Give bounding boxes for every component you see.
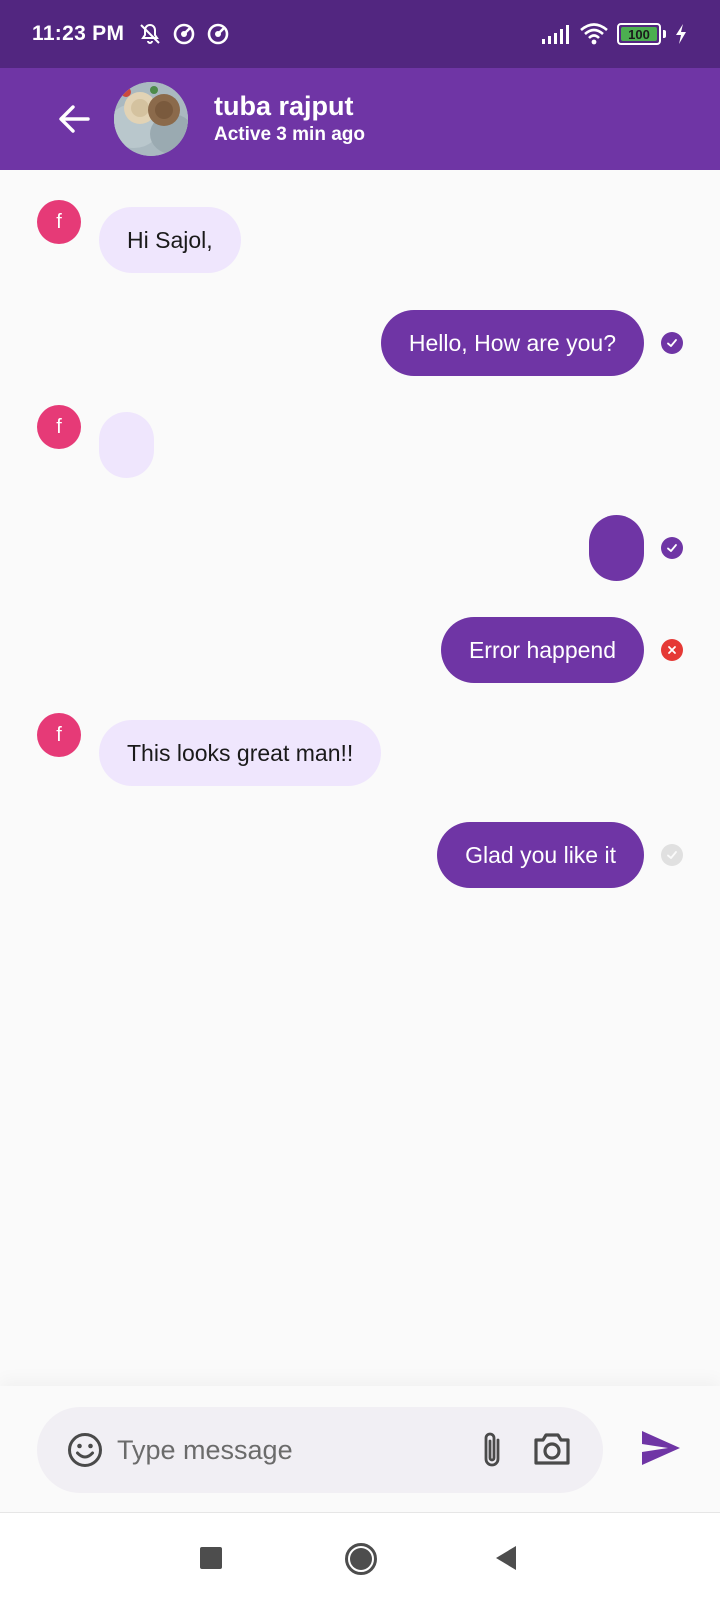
status-bar: 11:23 PM 100 (0, 0, 720, 68)
send-icon[interactable] (640, 1428, 682, 1468)
check-icon (667, 851, 677, 859)
message-input-container (37, 1407, 603, 1493)
sender-avatar[interactable]: f (37, 200, 81, 244)
emoji-icon[interactable] (67, 1432, 103, 1468)
message-row: f Hi Sajol, (0, 200, 720, 273)
signal-icon (542, 25, 569, 44)
muted-bell-icon (140, 23, 161, 44)
back-button[interactable] (44, 89, 104, 149)
contact-name: tuba rajput (214, 91, 354, 121)
outgoing-message-bubble[interactable]: Hello, How are you? (380, 310, 644, 376)
message-input[interactable] (117, 1427, 447, 1473)
wifi-icon (580, 23, 608, 45)
contact-info[interactable]: tuba rajput Active 3 min ago (214, 90, 365, 148)
message-row: Error happend (0, 617, 720, 683)
status-time: 11:23 PM (32, 22, 125, 45)
sent-status-icon (661, 332, 683, 354)
composer (0, 1386, 720, 1512)
battery-tip (663, 30, 666, 38)
pending-status-icon (661, 844, 683, 866)
message-row: Hello, How are you? (0, 310, 720, 376)
status-system-icons: 100 (541, 22, 688, 46)
message-row (0, 515, 720, 581)
contact-avatar[interactable] (114, 82, 188, 156)
sender-avatar[interactable]: f (37, 405, 81, 449)
check-icon (667, 339, 677, 347)
home-icon[interactable] (344, 1542, 378, 1576)
incoming-message-bubble[interactable]: Hi Sajol, (99, 207, 241, 273)
sender-avatar[interactable]: f (37, 713, 81, 757)
chat-header: tuba rajput Active 3 min ago (0, 68, 720, 170)
system-nav-bar (0, 1512, 720, 1600)
nav-back-icon[interactable] (494, 1545, 518, 1571)
message-list[interactable]: f Hi Sajol, Hello, How are you? f Error … (0, 170, 720, 1386)
app-notification-icon-2 (207, 23, 229, 45)
incoming-message-bubble[interactable] (99, 412, 154, 478)
message-row: f (0, 405, 720, 478)
check-icon (667, 544, 677, 552)
camera-icon[interactable] (532, 1430, 572, 1468)
incoming-message-bubble[interactable]: This looks great man!! (99, 720, 382, 786)
close-icon (668, 646, 676, 654)
outgoing-message-bubble[interactable] (589, 515, 644, 581)
sent-status-icon (661, 537, 683, 559)
battery-icon: 100 (617, 23, 661, 45)
charging-icon (676, 24, 686, 44)
message-row: f This looks great man!! (0, 713, 720, 786)
attach-icon[interactable] (477, 1429, 507, 1471)
error-status-icon[interactable] (661, 639, 683, 661)
message-row: Glad you like it (0, 822, 720, 888)
app-notification-icon (173, 23, 195, 45)
recent-apps-icon[interactable] (200, 1547, 222, 1569)
contact-status: Active 3 min ago (214, 124, 365, 145)
status-notification-icons (138, 22, 230, 46)
battery-text: 100 (628, 26, 650, 42)
outgoing-message-bubble[interactable]: Glad you like it (437, 822, 644, 888)
contact-avatar-image (114, 82, 188, 156)
back-arrow-icon (59, 105, 90, 133)
outgoing-message-bubble[interactable]: Error happend (440, 617, 644, 683)
